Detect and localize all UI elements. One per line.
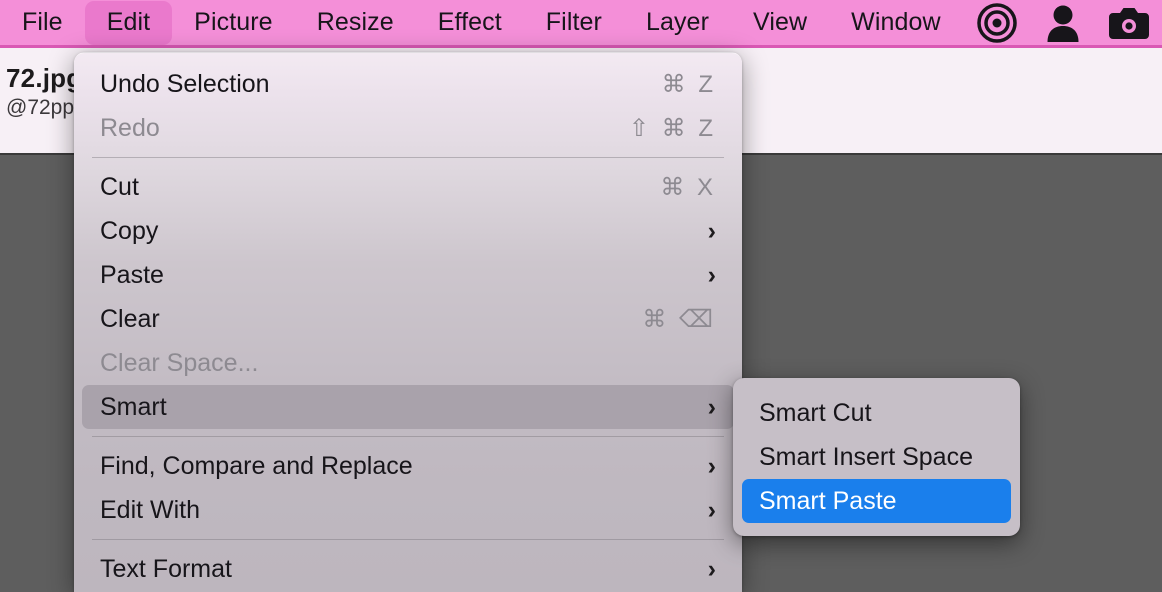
menubar-item-window[interactable]: Window xyxy=(829,0,963,47)
document-title: 72.jpg xyxy=(6,63,83,93)
menu-item-label: Undo Selection xyxy=(100,69,270,98)
menu-item-label: Smart xyxy=(100,392,167,421)
menu-item-shortcut: ⌘ X xyxy=(660,173,716,201)
menubar-item-layer[interactable]: Layer xyxy=(624,0,731,47)
menubar-item-edit[interactable]: Edit xyxy=(84,0,173,45)
menubar-item-filter[interactable]: Filter xyxy=(524,0,624,47)
menu-item-label: Text Format xyxy=(100,554,232,583)
menu-bar: File Edit Picture Resize Effect Filter Layer Vi… xyxy=(0,0,1162,48)
menu-item-undo-selection[interactable]: Undo Selection ⌘ Z xyxy=(74,62,742,106)
menu-item-copy[interactable]: Copy › xyxy=(74,209,742,253)
menubar-item-view[interactable]: View xyxy=(731,0,829,47)
document-info: 72.jpg @72pp xyxy=(6,62,82,122)
app-window: 72.jpg @72pp File Edit Picture Resize Effect… xyxy=(0,0,1162,592)
menu-item-find-compare-and-replace[interactable]: Find, Compare and Replace › xyxy=(74,444,742,488)
document-subtitle: @72pp xyxy=(6,96,75,119)
menu-item-label: Clear Space... xyxy=(100,348,259,377)
menu-item-text-format[interactable]: Text Format › xyxy=(74,547,742,591)
menu-separator xyxy=(92,539,724,540)
menu-item-label: Clear xyxy=(100,304,160,333)
menu-item-smart[interactable]: Smart › xyxy=(82,385,734,429)
menu-item-label: Find, Compare and Replace xyxy=(100,451,413,480)
submenu-chevron-right-icon: › xyxy=(707,451,716,480)
menu-item-cut[interactable]: Cut ⌘ X xyxy=(74,165,742,209)
submenu-item-smart-insert-space[interactable]: Smart Insert Space xyxy=(742,435,1011,479)
submenu-chevron-right-icon: › xyxy=(707,554,716,583)
menu-item-clear[interactable]: Clear ⌘ ⌫ xyxy=(74,297,742,341)
menu-item-label: Redo xyxy=(100,113,160,142)
menu-item-clear-space: Clear Space... xyxy=(74,341,742,385)
menu-item-label: Paste xyxy=(100,260,164,289)
submenu-item-smart-paste[interactable]: Smart Paste xyxy=(742,479,1011,523)
menu-item-shortcut: ⌘ Z xyxy=(661,70,716,98)
menubar-item-file[interactable]: File xyxy=(0,0,85,47)
menu-item-edit-with[interactable]: Edit With › xyxy=(74,488,742,532)
menu-item-shortcut: ⇧ ⌘ Z xyxy=(628,114,716,142)
menu-item-label: Edit With xyxy=(100,495,201,524)
smart-submenu: Smart Cut Smart Insert Space Smart Paste xyxy=(733,378,1020,536)
menu-item-label: Cut xyxy=(100,172,139,201)
camera-icon[interactable] xyxy=(1096,0,1162,47)
submenu-chevron-right-icon: › xyxy=(707,495,716,524)
menu-item-shortcut: ⌘ ⌫ xyxy=(642,305,716,333)
target-icon[interactable] xyxy=(964,0,1030,47)
submenu-chevron-right-icon: › xyxy=(707,260,716,289)
menu-item-paste[interactable]: Paste › xyxy=(74,253,742,297)
person-icon[interactable] xyxy=(1030,0,1096,47)
menubar-item-picture[interactable]: Picture xyxy=(172,0,295,47)
menubar-item-resize[interactable]: Resize xyxy=(295,0,416,47)
submenu-item-smart-cut[interactable]: Smart Cut xyxy=(742,391,1011,435)
submenu-chevron-right-icon: › xyxy=(707,392,716,421)
menu-item-label: Copy xyxy=(100,216,159,245)
menu-item-redo: Redo ⇧ ⌘ Z xyxy=(74,106,742,150)
menubar-item-effect[interactable]: Effect xyxy=(416,0,524,47)
edit-dropdown-menu: Undo Selection ⌘ Z Redo ⇧ ⌘ Z Cut ⌘ X Copy › Pas… xyxy=(74,52,742,592)
menu-separator xyxy=(92,157,724,158)
menu-separator xyxy=(92,436,724,437)
submenu-chevron-right-icon: › xyxy=(707,216,716,245)
